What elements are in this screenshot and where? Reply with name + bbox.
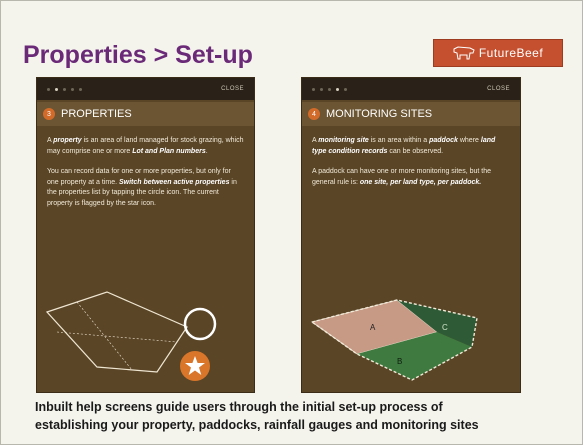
close-button[interactable]: CLOSE <box>221 86 244 92</box>
page-dot-active[interactable] <box>336 87 339 91</box>
futurebeef-logo: FutureBeef <box>433 39 563 67</box>
slide-caption: Inbuilt help screens guide users through… <box>35 398 565 434</box>
slide: Properties > Set-up FutureBeef CLOSE 3 P… <box>0 0 583 445</box>
paddock-illustration: A C B <box>310 299 478 381</box>
help-screen-properties: CLOSE 3 PROPERTIES A property is an area… <box>36 77 255 393</box>
page-dot[interactable] <box>344 87 347 91</box>
label-a: A <box>370 323 376 332</box>
label-b: B <box>397 357 402 366</box>
page-dots <box>47 87 82 91</box>
cow-logo-icon <box>453 46 475 60</box>
panel-body: A monitoring site is an area within a pa… <box>302 126 520 188</box>
caption-line: Inbuilt help screens guide users through… <box>35 400 443 414</box>
page-dot-active[interactable] <box>55 87 58 91</box>
page-dot[interactable] <box>79 87 82 91</box>
page-dot[interactable] <box>320 87 323 91</box>
help-screen-monitoring-sites: CLOSE 4 MONITORING SITES A monitoring si… <box>301 77 521 393</box>
panel-title: PROPERTIES <box>61 108 132 120</box>
page-dot[interactable] <box>312 87 315 91</box>
slide-title: Properties > Set-up <box>23 41 253 69</box>
paragraph: A paddock can have one or more monitorin… <box>312 168 491 186</box>
panel-title: MONITORING SITES <box>326 108 433 120</box>
circle-icon <box>183 307 217 341</box>
caption-line: establishing your property, paddocks, ra… <box>35 418 479 432</box>
panel-header: 4 MONITORING SITES <box>302 102 520 126</box>
label-c: C <box>442 323 448 332</box>
paragraph: A monitoring site is an area within a pa… <box>312 137 496 155</box>
paragraph: A property is an area of land managed fo… <box>47 137 244 155</box>
phone-topbar: CLOSE <box>37 78 254 100</box>
close-button[interactable]: CLOSE <box>487 86 510 92</box>
panel-body: A property is an area of land managed fo… <box>37 126 254 209</box>
page-dot[interactable] <box>71 87 74 91</box>
paragraph: You can record data for one or more prop… <box>47 168 237 207</box>
logo-text: FutureBeef <box>478 46 544 60</box>
step-badge: 3 <box>43 108 55 120</box>
panel-header: 3 PROPERTIES <box>37 102 254 126</box>
page-dot[interactable] <box>63 87 66 91</box>
page-dot[interactable] <box>47 87 50 91</box>
phone-topbar: CLOSE <box>302 78 520 100</box>
page-dots <box>312 87 347 91</box>
step-badge: 4 <box>308 108 320 120</box>
page-dot[interactable] <box>328 87 331 91</box>
property-illustration <box>45 291 217 381</box>
